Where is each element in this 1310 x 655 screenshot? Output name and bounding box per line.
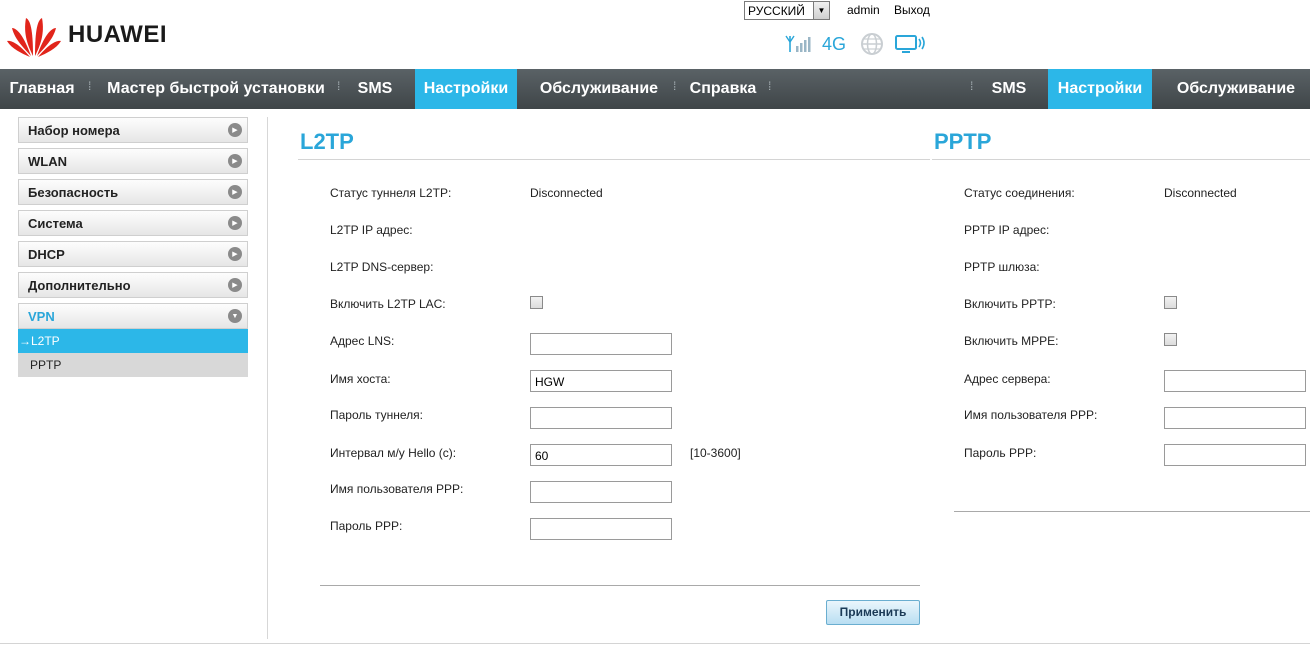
apply-button[interactable]: Применить — [826, 600, 920, 625]
pptp-gateway-label: PPTP шлюза: — [964, 260, 1040, 274]
l2tp-tunnel-password-input[interactable] — [530, 407, 672, 429]
secondary-nav: SMS Настройки Обслуживание — [930, 69, 1310, 109]
l2tp-hello-input[interactable]: 60 — [530, 444, 672, 466]
nav-quick-setup[interactable]: Мастер быстрой установки — [98, 69, 334, 109]
sidebar-item-label: Безопасность — [28, 184, 119, 200]
l2tp-lac-label: Включить L2TP LAC: — [330, 297, 446, 311]
l2tp-ppp-user-label: Имя пользователя PPP: — [330, 482, 464, 496]
pptp-mppe-checkbox[interactable] — [1164, 333, 1177, 346]
sidebar-item-label: VPN — [28, 308, 55, 324]
l2tp-ip-label: L2TP IP адрес: — [330, 223, 413, 237]
l2tp-ppp-password-label: Пароль PPP: — [330, 519, 403, 533]
pptp-server-label: Адрес сервера: — [964, 372, 1051, 386]
l2tp-title-rule — [298, 159, 930, 160]
sidebar-item-label: DHCP — [28, 246, 65, 262]
nav-help[interactable]: Справка — [682, 69, 764, 109]
l2tp-lac-checkbox[interactable] — [530, 296, 543, 309]
pptp-title: PPTP — [934, 129, 992, 154]
l2tp-hello-label: Интервал м/у Hello (с): — [330, 446, 457, 460]
huawei-flower-icon — [7, 18, 61, 57]
nav-separator — [88, 83, 94, 91]
chevron-down-icon[interactable]: ▼ — [813, 2, 829, 19]
nav-maintenance[interactable]: Обслуживание — [528, 69, 670, 109]
l2tp-ppp-password-input[interactable] — [530, 518, 672, 540]
pptp-bottom-rule — [954, 511, 1310, 512]
l2tp-title: L2TP — [300, 129, 354, 154]
monitor-wifi-icon — [894, 33, 926, 55]
pptp-title-rule — [932, 159, 1310, 160]
chevron-right-icon: ▶ — [228, 154, 242, 168]
pptp-user-input[interactable] — [1164, 407, 1306, 429]
chevron-right-icon: ▶ — [228, 123, 242, 137]
pptp-enable-label: Включить PPTP: — [964, 297, 1056, 311]
nav-separator — [768, 83, 774, 91]
brand-name: HUAWEI — [68, 21, 167, 48]
pptp-status-label: Статус соединения: — [964, 186, 1075, 200]
footer-rule — [0, 643, 1310, 644]
sidebar-item-label: Система — [28, 215, 83, 231]
chevron-down-icon: ▼ — [228, 309, 242, 323]
globe-icon — [860, 32, 884, 56]
nav-separator — [673, 83, 679, 91]
nav-separator — [970, 83, 976, 91]
nav-sms[interactable]: SMS — [346, 69, 404, 109]
pptp-server-input[interactable] — [1164, 370, 1306, 392]
l2tp-lns-input[interactable] — [530, 333, 672, 355]
l2tp-ppp-user-input[interactable] — [530, 481, 672, 503]
network-type: 4G — [822, 33, 847, 54]
nav-settings[interactable]: Настройки — [415, 69, 517, 109]
sidebar-item-label: WLAN — [28, 153, 67, 169]
l2tp-status-value: Disconnected — [530, 186, 603, 200]
l2tp-tunnel-password-label: Пароль туннеля: — [330, 408, 423, 422]
pptp-user-label: Имя пользователя PPP: — [964, 408, 1098, 422]
l2tp-host-label: Имя хоста: — [330, 372, 391, 386]
pptp-password-input[interactable] — [1164, 444, 1306, 466]
l2tp-host-input[interactable]: HGW — [530, 370, 672, 392]
sidebar-divider — [267, 117, 268, 639]
sidebar: Набор номера ▶ WLAN ▶ Безопасность ▶ Сис… — [18, 117, 248, 377]
sidebar-item-label: Набор номера — [28, 122, 120, 138]
l2tp-lns-label: Адрес LNS: — [330, 334, 395, 348]
chevron-right-icon: ▶ — [228, 247, 242, 261]
sidebar-item-vpn[interactable]: VPN ▼ — [18, 303, 248, 329]
sidebar-item-wlan[interactable]: WLAN ▶ — [18, 148, 248, 174]
l2tp-bottom-rule — [320, 585, 920, 586]
sidebar-item-system[interactable]: Система ▶ — [18, 210, 248, 236]
huawei-logo: HUAWEI — [6, 10, 186, 60]
l2tp-dns-label: L2TP DNS-сервер: — [330, 260, 434, 274]
sidebar-item-dialup[interactable]: Набор номера ▶ — [18, 117, 248, 143]
sidebar-item-dhcp[interactable]: DHCP ▶ — [18, 241, 248, 267]
signal-strength-icon — [784, 34, 812, 54]
main-nav: Главная Мастер быстрой установки SMS Нас… — [0, 69, 930, 109]
pptp-enable-checkbox[interactable] — [1164, 296, 1177, 309]
pptp-status-value: Disconnected — [1164, 186, 1237, 200]
l2tp-status-label: Статус туннеля L2TP: — [330, 186, 452, 200]
pptp-password-label: Пароль PPP: — [964, 446, 1037, 460]
l2tp-hello-hint: [10-3600] — [690, 446, 741, 460]
chevron-right-icon: ▶ — [228, 278, 242, 292]
nav-separator — [337, 83, 343, 91]
logout-link[interactable]: Выход — [894, 3, 930, 17]
pptp-mppe-label: Включить MPPE: — [964, 334, 1059, 348]
sidebar-subitem-pptp[interactable]: PPTP — [18, 353, 248, 377]
status-icons: 4G — [784, 32, 936, 56]
chevron-right-icon: ▶ — [228, 216, 242, 230]
sidebar-item-label: Дополнительно — [28, 277, 131, 293]
nav-sms-2[interactable]: SMS — [980, 69, 1038, 109]
language-selected: РУССКИЙ — [748, 3, 805, 18]
sidebar-item-advanced[interactable]: Дополнительно ▶ — [18, 272, 248, 298]
username-link[interactable]: admin — [847, 3, 880, 17]
nav-maintenance-2[interactable]: Обслуживание — [1162, 69, 1310, 109]
language-select[interactable]: РУССКИЙ ▼ — [744, 1, 830, 20]
sidebar-subitem-l2tp[interactable]: →L2TP — [18, 329, 248, 353]
pptp-ip-label: PPTP IP адрес: — [964, 223, 1050, 237]
chevron-right-icon: ▶ — [228, 185, 242, 199]
sidebar-item-security[interactable]: Безопасность ▶ — [18, 179, 248, 205]
nav-home[interactable]: Главная — [0, 69, 84, 109]
nav-settings-2[interactable]: Настройки — [1048, 69, 1152, 109]
